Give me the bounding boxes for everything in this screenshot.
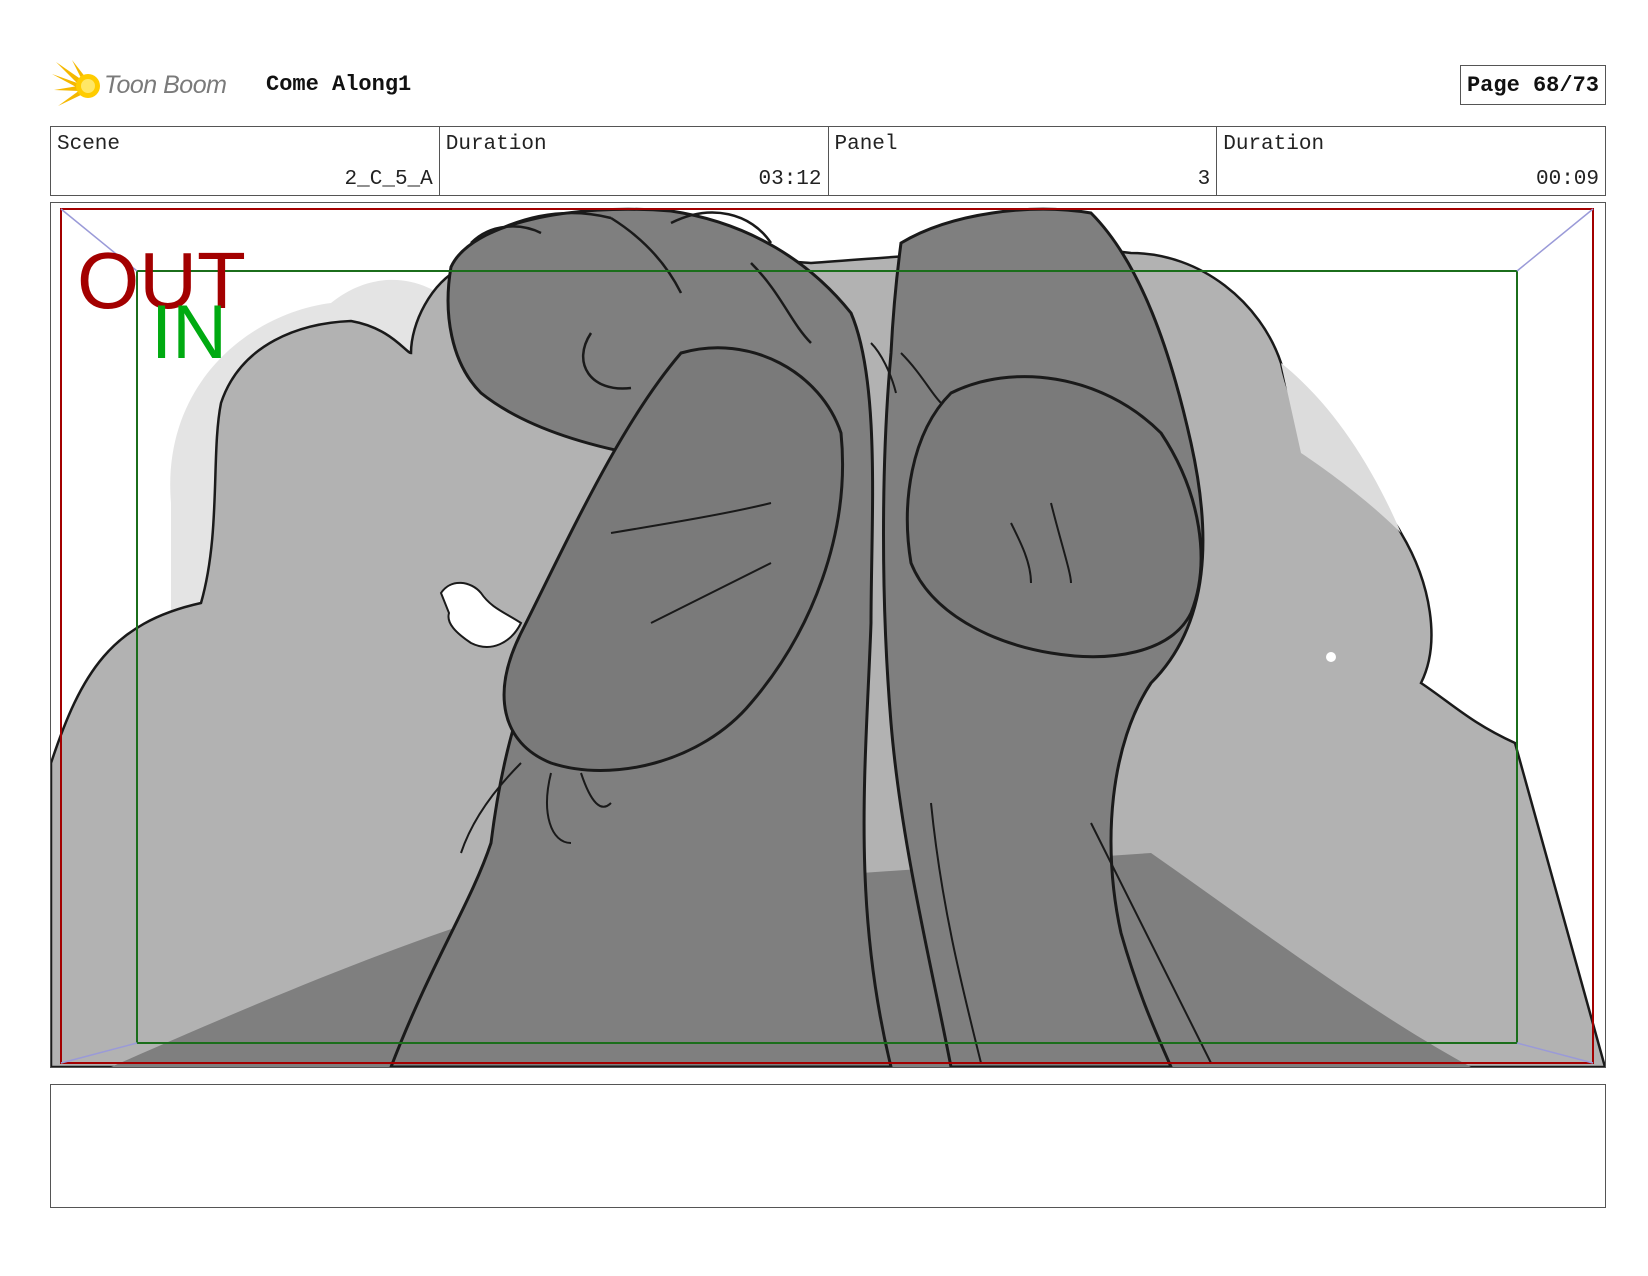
panel-duration-label: Duration xyxy=(1223,133,1325,156)
in-frame-label: IN xyxy=(151,290,227,375)
scene-cell: Scene 2_C_5_A xyxy=(51,127,440,195)
dialogue-notes-box xyxy=(50,1084,1606,1208)
panel-duration-value: 00:09 xyxy=(1535,168,1599,191)
storyboard-panel: OUT IN xyxy=(50,202,1606,1068)
panel-duration-cell: Duration 00:09 xyxy=(1217,127,1605,195)
scene-info-table: Scene 2_C_5_A Duration 03:12 Panel 3 Dur… xyxy=(50,126,1606,196)
highlight-dot xyxy=(1326,652,1336,662)
toon-boom-logo: Toon Boom xyxy=(52,58,252,112)
panel-cell: Panel 3 xyxy=(829,127,1218,195)
project-title: Come Along1 xyxy=(266,72,412,97)
brand-name: Toon Boom xyxy=(104,70,227,99)
scene-label: Scene xyxy=(57,133,121,156)
scene-duration-label: Duration xyxy=(445,133,547,156)
panel-drawing xyxy=(51,207,1605,1067)
page-header: Toon Boom Come Along1 Page 68/73 xyxy=(50,58,1606,112)
scene-duration-value: 03:12 xyxy=(758,168,822,191)
scene-value: 2_C_5_A xyxy=(344,168,433,191)
scene-duration-cell: Duration 03:12 xyxy=(440,127,829,195)
page-indicator: Page 68/73 xyxy=(1459,65,1606,105)
panel-label: Panel xyxy=(834,133,898,156)
toon-boom-sun-icon xyxy=(52,60,100,106)
panel-value: 3 xyxy=(1197,168,1211,191)
